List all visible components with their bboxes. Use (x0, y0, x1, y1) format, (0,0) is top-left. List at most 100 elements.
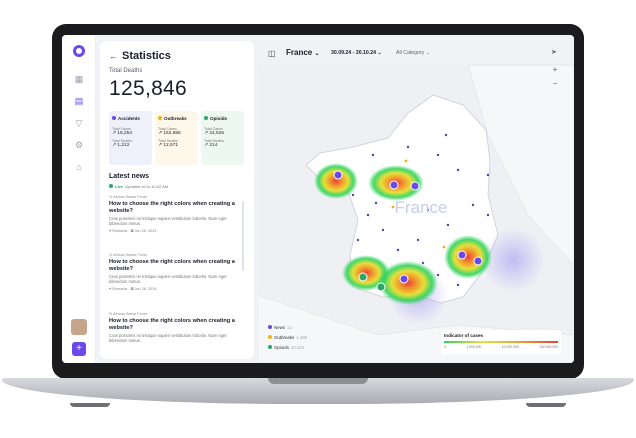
sidebar-rail: ▦ ▤ ▽ ⚙ ⌂ + (62, 35, 96, 363)
legend-item-outbreaks[interactable]: Outbreaks 1,485 (268, 333, 348, 343)
app-screen: ▦ ▤ ▽ ⚙ ⌂ + ← Statistics Total Deaths 125… (62, 35, 574, 363)
news-body: Cras possimis mi tristique sapien vestib… (109, 216, 227, 227)
legend-count: 13 (286, 325, 292, 330)
category-select[interactable]: All Category ⌄ (396, 50, 430, 56)
news-meta: ⌖ Romania ▣ Jan 26, 2024 (109, 228, 157, 233)
legend-dot (268, 335, 272, 339)
cases-indicator: Indicator of cases 0 1,000,000 10,000,00… (441, 330, 561, 354)
news-item[interactable]: ⊙ African Swine Fever How to choose the … (109, 252, 237, 291)
scale-label: 10,000,000 (501, 345, 519, 349)
country-select[interactable]: France ⌄ (286, 48, 320, 57)
card-deaths-value: 1,212 (117, 143, 130, 148)
legend-dot (268, 345, 272, 349)
map-toolbar: ◫ France ⌄ 30.09.24 - 30.10.24 ⌄ All Cat… (258, 41, 574, 65)
laptop-notch (268, 378, 368, 384)
total-value: 125,846 (109, 77, 188, 100)
card-cases: ↗ 15,254 (112, 131, 133, 136)
legend-count: 10,024 (290, 345, 305, 350)
country-name: France (286, 48, 313, 57)
news-item[interactable]: ⊙ African Swine Fever How to choose the … (109, 194, 237, 233)
legend-item-opioids[interactable]: Opioids 10,024 (268, 343, 348, 353)
news-date: Jan 26, 2024 (134, 228, 157, 233)
legend-label: Outbreaks (274, 335, 295, 340)
card-dot (204, 116, 208, 120)
card-cases-value: 152,656 (163, 131, 181, 136)
stat-card-accidents[interactable]: Accidents Total Cases ↗ 15,254 Total Dea… (109, 111, 152, 165)
back-arrow-icon[interactable]: ← (109, 51, 118, 61)
app-logo[interactable] (73, 45, 85, 57)
legend-label: Opioids (274, 345, 289, 350)
scale-label: 1,000,000 (466, 345, 482, 349)
news-source: ⊙ African Swine Fever (109, 195, 148, 199)
legend-label: News (274, 325, 285, 330)
card-title: Opioids (210, 116, 228, 121)
navigation-arrow-icon[interactable]: ➤ (551, 48, 557, 56)
map-marker[interactable] (358, 272, 368, 282)
card-deaths: ↗ 12,571 (158, 143, 179, 148)
zoom-out-button[interactable]: − (548, 77, 562, 91)
zoom-controls: + − (548, 63, 562, 91)
news-source-text: African Swine Fever (113, 312, 148, 316)
date-range-text: 30.09.24 - 30.10.24 (331, 50, 376, 56)
legend-item-news[interactable]: News 13 (268, 323, 348, 333)
map-marker[interactable] (376, 282, 386, 292)
scrollbar[interactable] (242, 201, 244, 271)
news-region: Romania (112, 286, 128, 291)
map-marker[interactable] (410, 181, 420, 191)
filter-icon[interactable]: ▽ (73, 117, 85, 129)
card-deaths-value: 214 (209, 143, 218, 148)
card-dot (158, 116, 162, 120)
live-status: Live Updated at 11:10:02 AM (109, 184, 168, 189)
live-label: Live (115, 184, 124, 189)
news-item[interactable]: ⊙ African Swine Fever How to choose the … (109, 311, 237, 344)
add-button[interactable]: + (72, 342, 86, 356)
news-meta: ⌖ Romania ▣ Jan 26, 2024 (109, 286, 157, 291)
avatar[interactable] (71, 319, 87, 335)
news-source-text: African Swine Fever (113, 253, 148, 257)
heat-spot (378, 261, 438, 305)
legend-dot (268, 325, 272, 329)
sidebar-toggle-icon[interactable]: ◫ (268, 49, 276, 58)
date-range-select[interactable]: 30.09.24 - 30.10.24 ⌄ (331, 50, 382, 56)
card-title: Outbreaks (164, 116, 187, 121)
indicator-title: Indicator of cases (444, 333, 484, 338)
map-marker[interactable] (389, 180, 399, 190)
news-headline: How to choose the right colors when crea… (109, 201, 235, 214)
stat-cards: Accidents Total Cases ↗ 15,254 Total Dea… (109, 111, 245, 165)
map-marker[interactable] (399, 274, 409, 284)
book-icon[interactable]: ▤ (73, 95, 85, 107)
gear-icon[interactable]: ⚙ (73, 139, 85, 151)
card-cases: ↗ 24,525 (204, 131, 225, 136)
card-dot (112, 116, 116, 120)
card-cases-value: 15,254 (117, 131, 133, 136)
map-marker[interactable] (457, 250, 467, 260)
map-canvas: France (258, 64, 574, 363)
map-marker[interactable] (473, 256, 483, 266)
indicator-scale: 0 1,000,000 10,000,000 100,000,000 (444, 345, 558, 349)
map-view[interactable]: France ◫ France ⌄ 30.09.24 - 30.10.24 ⌄ … (258, 35, 574, 363)
card-deaths: ↗ 1,212 (112, 143, 130, 148)
news-body: Cras possimis mi tristique sapien vestib… (109, 333, 227, 344)
stat-card-opioids[interactable]: Opioids Total Cases ↗ 24,525 Total Death… (201, 111, 244, 165)
news-body: Cras possimis mi tristique sapien vestib… (109, 274, 227, 285)
map-country-label: France (395, 198, 448, 217)
heat-spot (314, 163, 358, 199)
updated-time: Updated at 11:10:02 AM (125, 184, 169, 189)
total-label: Total Deaths (109, 68, 143, 74)
chevron-down-icon: ⌄ (377, 50, 382, 56)
map-legend: News 13 Outbreaks 1,485 Opioids 10,024 (268, 323, 348, 359)
laptop-frame: ▦ ▤ ▽ ⚙ ⌂ + ← Statistics Total Deaths 125… (0, 0, 636, 438)
news-source-text: African Swine Fever (113, 195, 148, 199)
panel-title: ← Statistics (109, 50, 171, 62)
news-headline: How to choose the right colors when crea… (109, 318, 235, 331)
news-source: ⊙ African Swine Fever (109, 312, 148, 316)
chevron-down-icon: ⌄ (314, 51, 320, 57)
map-marker[interactable] (333, 170, 343, 180)
zoom-in-button[interactable]: + (548, 63, 562, 77)
news-source: ⊙ African Swine Fever (109, 253, 148, 257)
live-dot-icon (109, 184, 113, 188)
building-icon[interactable]: ⌂ (73, 161, 85, 173)
grid-icon[interactable]: ▦ (73, 73, 85, 85)
card-title: Accidents (118, 116, 140, 121)
stat-card-outbreaks[interactable]: Outbreaks Total Cases ↗ 152,656 Total De… (155, 111, 198, 165)
